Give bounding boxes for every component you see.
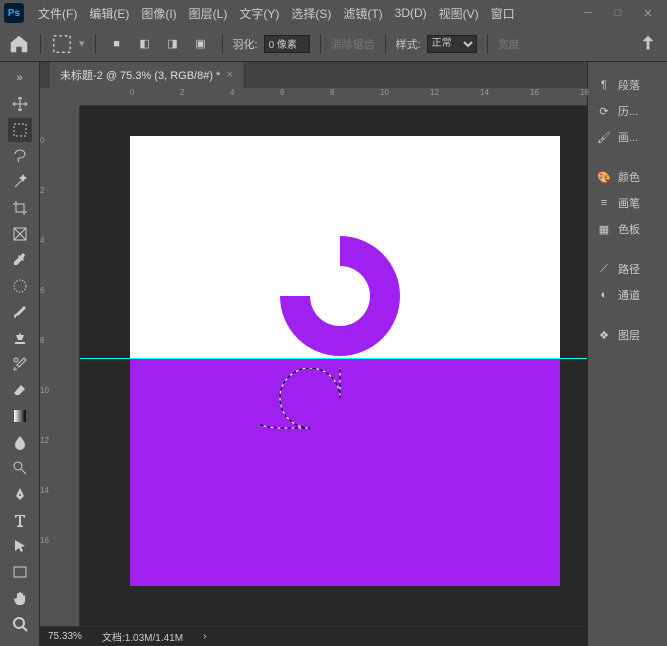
shape-top-half (260, 216, 420, 376)
feather-input[interactable] (264, 35, 310, 53)
close-tab-icon[interactable]: × (226, 69, 232, 81)
style-label: 样式: (396, 36, 421, 52)
panel-swatches[interactable]: ▦色板 (588, 216, 667, 242)
panel-history[interactable]: ⟳历... (588, 98, 667, 124)
subtract-selection-icon[interactable]: ◨ (162, 33, 184, 55)
status-bar: 75.33% 文档:1.03M/1.41M › (40, 626, 587, 646)
gradient-tool[interactable] (8, 404, 32, 428)
style-select[interactable]: 正常 (427, 35, 477, 53)
artboard (130, 136, 560, 586)
purple-fill-bottom (130, 358, 560, 586)
eraser-tool[interactable] (8, 378, 32, 402)
panel-channels[interactable]: ◐通道 (588, 282, 667, 308)
eyedropper-tool[interactable] (8, 248, 32, 272)
paragraph-icon: ¶ (596, 77, 612, 93)
menu-3d[interactable]: 3D(D) (389, 2, 433, 24)
history-icon: ⟳ (596, 103, 612, 119)
healing-brush-tool[interactable] (8, 274, 32, 298)
type-tool[interactable] (8, 508, 32, 532)
marquee-tool-icon[interactable] (51, 33, 73, 55)
channels-icon: ◐ (596, 287, 612, 303)
pen-tool[interactable] (8, 482, 32, 506)
close-button[interactable]: ✕ (633, 3, 663, 23)
swatches-icon: ▦ (596, 221, 612, 237)
tools-panel: » (0, 62, 40, 646)
frame-tool[interactable] (8, 222, 32, 246)
paths-icon: ⟋ (596, 261, 612, 277)
feather-label: 羽化: (233, 36, 258, 52)
move-tool[interactable] (8, 92, 32, 116)
width-label: 宽度 (498, 36, 520, 52)
menu-edit[interactable]: 编辑(E) (83, 1, 135, 26)
horizontal-guide[interactable] (80, 358, 587, 359)
layers-icon: ❖ (596, 327, 612, 343)
title-bar: Ps 文件(F) 编辑(E) 图像(I) 图层(L) 文字(Y) 选择(S) 滤… (0, 0, 667, 26)
menu-filter[interactable]: 滤镜(T) (337, 1, 388, 26)
dodge-tool[interactable] (8, 456, 32, 480)
magic-wand-tool[interactable] (8, 170, 32, 194)
brushes-icon: ≡ (596, 195, 612, 211)
menu-view[interactable]: 视图(V) (433, 1, 485, 26)
share-icon[interactable] (637, 33, 659, 55)
zoom-level[interactable]: 75.33% (48, 631, 82, 642)
path-selection-tool[interactable] (8, 534, 32, 558)
new-selection-icon[interactable]: ■ (106, 33, 128, 55)
expand-tools-icon[interactable]: » (8, 66, 32, 90)
brush-tool[interactable] (8, 300, 32, 324)
menu-window[interactable]: 窗口 (485, 1, 521, 26)
menu-select[interactable]: 选择(S) (285, 1, 337, 26)
brush-icon: 🖌 (596, 129, 612, 145)
antialias-label: 消除锯齿 (331, 36, 375, 52)
add-selection-icon[interactable]: ◧ (134, 33, 156, 55)
status-chevron-icon[interactable]: › (203, 631, 206, 642)
options-bar: ▾ ■ ◧ ◨ ▣ 羽化: 消除锯齿 样式: 正常 宽度 (0, 26, 667, 62)
marquee-tool[interactable] (8, 118, 32, 142)
document-title: 未标题-2 @ 75.3% (3, RGB/8#) * (60, 67, 220, 83)
menu-type[interactable]: 文字(Y) (233, 1, 285, 26)
ruler-corner (40, 88, 80, 106)
canvas-area: 未标题-2 @ 75.3% (3, RGB/8#) * × 0 2 4 6 8 … (40, 62, 587, 646)
panel-color[interactable]: 🎨颜色 (588, 164, 667, 190)
photoshop-logo: Ps (4, 3, 24, 23)
clone-stamp-tool[interactable] (8, 326, 32, 350)
crop-tool[interactable] (8, 196, 32, 220)
lasso-tool[interactable] (8, 144, 32, 168)
document-tab[interactable]: 未标题-2 @ 75.3% (3, RGB/8#) * × (50, 62, 243, 88)
collapsed-panels: ¶段落 ⟳历... 🖌画... 🎨颜色 ≡画笔 ▦色板 ⟋路径 ◐通道 ❖图层 (587, 62, 667, 646)
panel-layers[interactable]: ❖图层 (588, 322, 667, 348)
vertical-ruler[interactable]: 0 2 4 6 8 10 12 14 16 (40, 106, 80, 626)
panel-paths[interactable]: ⟋路径 (588, 256, 667, 282)
hand-tool[interactable] (8, 586, 32, 610)
doc-size[interactable]: 文档:1.03M/1.41M (102, 629, 183, 644)
panel-brushes[interactable]: ≡画笔 (588, 190, 667, 216)
menu-image[interactable]: 图像(I) (135, 1, 182, 26)
document-tab-bar: 未标题-2 @ 75.3% (3, RGB/8#) * × (40, 62, 587, 88)
menu-file[interactable]: 文件(F) (32, 1, 83, 26)
menu-layer[interactable]: 图层(L) (183, 1, 234, 26)
history-brush-tool[interactable] (8, 352, 32, 376)
intersect-selection-icon[interactable]: ▣ (190, 33, 212, 55)
panel-paragraph[interactable]: ¶段落 (588, 72, 667, 98)
zoom-tool[interactable] (8, 612, 32, 636)
minimize-button[interactable]: ─ (573, 3, 603, 23)
maximize-button[interactable]: □ (603, 3, 633, 23)
rectangle-tool[interactable] (8, 560, 32, 584)
blur-tool[interactable] (8, 430, 32, 454)
palette-icon: 🎨 (596, 169, 612, 185)
canvas[interactable] (80, 106, 587, 626)
panel-brush-presets[interactable]: 🖌画... (588, 124, 667, 150)
horizontal-ruler[interactable]: 0 2 4 6 8 10 12 14 16 18 (80, 88, 587, 106)
home-icon[interactable] (8, 33, 30, 55)
